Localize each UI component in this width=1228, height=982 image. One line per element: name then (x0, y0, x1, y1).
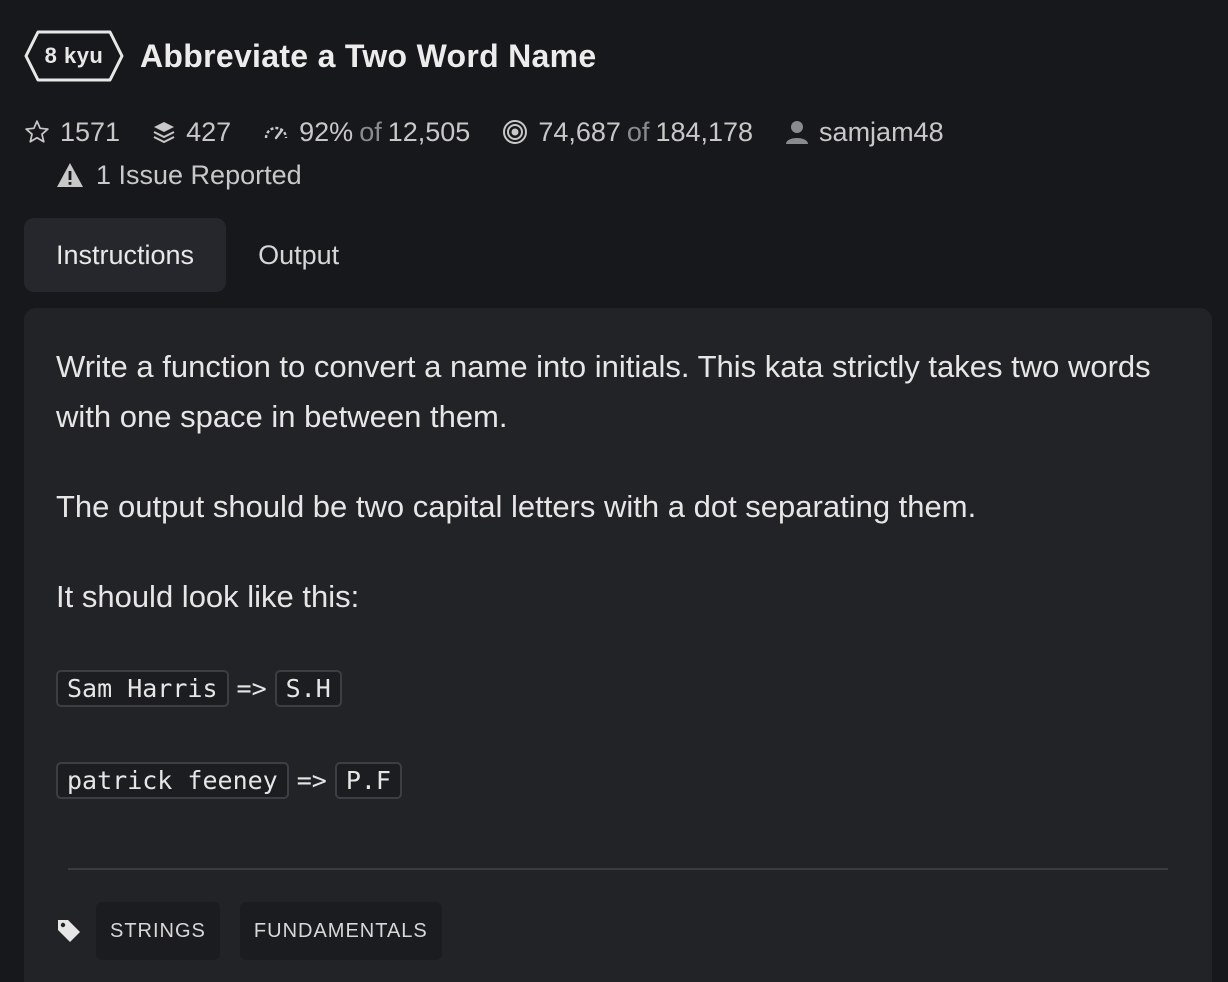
target-icon (503, 120, 528, 144)
kata-stats: 1571 427 92% of 12,505 74,687 of 184,178… (24, 112, 976, 152)
example-arrow: => (296, 766, 327, 795)
instructions-paragraph: The output should be two capital letters… (56, 489, 977, 524)
issues-label: 1 Issue Reported (96, 159, 302, 190)
example-output: S.H (274, 670, 342, 707)
tag-strings[interactable]: STRINGS (96, 902, 220, 960)
stars-stat[interactable]: 1571 (24, 117, 120, 148)
kata-tabs: Instructions Output (24, 218, 371, 292)
satisfaction-stat: 92% of 12,505 (263, 117, 470, 148)
example-output: P.F (334, 762, 402, 799)
instructions-text: Write a function to convert a name into … (56, 342, 1196, 662)
tag-fundamentals[interactable]: FUNDAMENTALS (239, 902, 442, 960)
rank-badge: 8 kyu (24, 29, 124, 83)
tab-instructions[interactable]: Instructions (24, 218, 227, 292)
gauge-icon (264, 126, 288, 140)
rank-label: 8 kyu (44, 43, 104, 68)
example-line: Sam Harris => S.H (56, 670, 342, 707)
collections-stat[interactable]: 427 (152, 117, 231, 148)
author-stat[interactable]: samjam48 (785, 117, 944, 148)
issues-link[interactable]: 1 Issue Reported (56, 156, 302, 194)
attempted-count: 184,178 (655, 116, 754, 147)
instructions-paragraph: It should look like this: (56, 579, 360, 614)
example-line: patrick feeney => P.F (56, 762, 402, 799)
author-name: samjam48 (819, 116, 944, 147)
instructions-paragraph: Write a function to convert a name into … (56, 349, 1151, 434)
user-icon (786, 121, 809, 144)
example-input: Sam Harris (56, 670, 229, 707)
satisfaction-votes: 12,505 (387, 116, 471, 147)
completed-count: 74,687 (538, 116, 621, 147)
instructions-panel: Write a function to convert a name into … (24, 308, 1212, 982)
layers-icon (153, 122, 175, 144)
example-input: patrick feeney (56, 762, 289, 799)
tags-row: STRINGS FUNDAMENTALS (56, 902, 462, 960)
completed-stat: 74,687 of 184,178 (502, 117, 753, 148)
example-arrow: => (236, 674, 267, 703)
warning-icon (57, 163, 83, 187)
kata-page: 8 kyu Abbreviate a Two Word Name 1571 42… (0, 0, 1228, 982)
stars-count: 1571 (60, 116, 121, 147)
divider (68, 868, 1168, 870)
kata-title: Abbreviate a Two Word Name (140, 37, 597, 74)
satisfaction-of: of (359, 116, 382, 147)
satisfaction-percent: 92% (299, 116, 354, 147)
tag-icon (58, 920, 80, 942)
tab-output[interactable]: Output (226, 218, 371, 292)
star-icon (25, 120, 49, 143)
collections-count: 427 (186, 116, 232, 147)
kata-header: 8 kyu Abbreviate a Two Word Name (24, 28, 597, 84)
completed-of: of (626, 116, 650, 147)
